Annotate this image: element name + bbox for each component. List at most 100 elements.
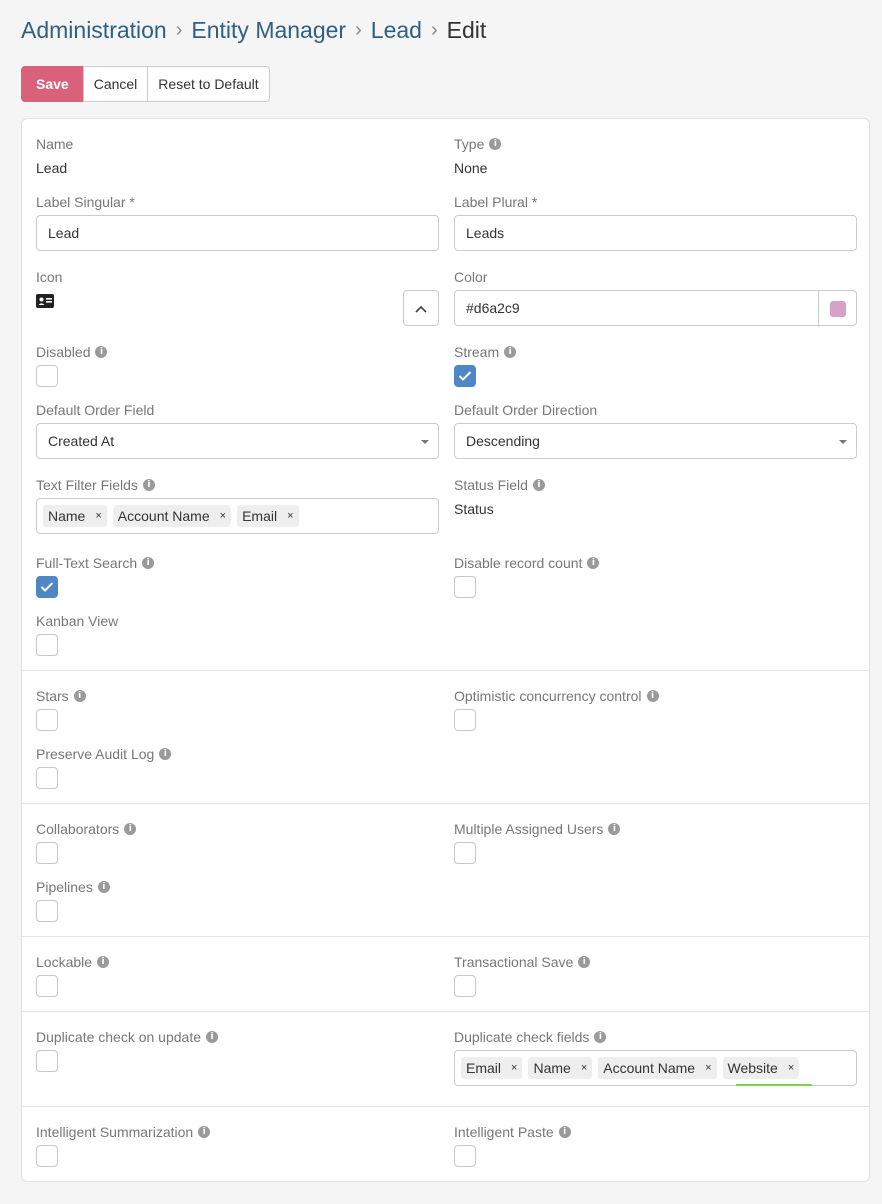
type-value: None	[454, 160, 488, 176]
info-icon[interactable]: i	[489, 138, 502, 150]
icon-toggle-button[interactable]	[403, 290, 439, 326]
default-order-field-select[interactable]: Created At	[36, 423, 439, 459]
breadcrumb-separator: ›	[175, 19, 183, 41]
intelligent-summarization-label: Intelligent Summarization i	[36, 1124, 211, 1140]
action-buttons: Save Cancel Reset to Default	[21, 66, 270, 102]
transactional-save-label: Transactional Save i	[454, 954, 591, 970]
full-text-search-checkbox[interactable]	[36, 576, 58, 598]
default-order-direction-label: Default Order Direction	[454, 402, 598, 418]
info-icon[interactable]: i	[558, 1126, 571, 1138]
preserve-audit-log-checkbox[interactable]	[36, 767, 58, 789]
caret-down-icon	[421, 440, 429, 444]
info-icon[interactable]: i	[95, 346, 108, 358]
breadcrumb-separator: ›	[430, 19, 438, 41]
tag: Account Name ×	[112, 505, 232, 527]
disabled-checkbox[interactable]	[36, 365, 58, 387]
full-text-search-label: Full-Text Search i	[36, 555, 155, 571]
default-order-direction-select[interactable]: Descending	[454, 423, 857, 459]
status-field-value: Status	[454, 501, 494, 517]
section-divider	[22, 1011, 869, 1012]
duplicate-check-on-update-checkbox[interactable]	[36, 1050, 58, 1072]
check-icon	[458, 371, 472, 381]
tag: Name ×	[528, 1057, 593, 1079]
id-card-icon	[36, 294, 54, 311]
section-divider	[22, 670, 869, 671]
info-icon[interactable]: i	[124, 823, 137, 835]
info-icon[interactable]: i	[159, 748, 172, 760]
lockable-checkbox[interactable]	[36, 975, 58, 997]
breadcrumb: Administration › Entity Manager › Lead ›…	[21, 17, 486, 44]
breadcrumb-current: Edit	[446, 17, 487, 43]
info-icon[interactable]: i	[97, 956, 110, 968]
stream-checkbox[interactable]	[454, 365, 476, 387]
tag: Website ×	[722, 1057, 800, 1079]
info-icon[interactable]: i	[142, 479, 155, 491]
type-label: Type i	[454, 136, 502, 152]
pipelines-checkbox[interactable]	[36, 900, 58, 922]
label-singular-input[interactable]: Lead	[36, 215, 439, 251]
tag-remove-icon[interactable]: ×	[287, 510, 293, 522]
info-icon[interactable]: i	[97, 881, 110, 893]
preserve-audit-log-label: Preserve Audit Log i	[36, 746, 172, 762]
tag-remove-icon[interactable]: ×	[220, 510, 226, 522]
default-order-direction-value: Descending	[466, 433, 540, 449]
tag-remove-icon[interactable]: ×	[581, 1062, 587, 1074]
info-icon[interactable]: i	[198, 1126, 211, 1138]
tag-remove-icon[interactable]: ×	[511, 1062, 517, 1074]
tag: Email ×	[237, 505, 299, 527]
tag-remove-icon[interactable]: ×	[95, 510, 101, 522]
save-button[interactable]: Save	[21, 66, 84, 102]
info-icon[interactable]: i	[206, 1031, 218, 1043]
info-icon[interactable]: i	[646, 690, 659, 702]
color-input[interactable]: #d6a2c9	[454, 290, 857, 327]
reset-to-default-button[interactable]: Reset to Default	[147, 66, 270, 102]
multiple-assigned-users-label: Multiple Assigned Users i	[454, 821, 621, 837]
tag-remove-icon[interactable]: ×	[705, 1062, 711, 1074]
section-divider	[22, 803, 869, 804]
disabled-label: Disabled i	[36, 344, 108, 360]
lockable-label: Lockable i	[36, 954, 110, 970]
multiple-assigned-users-checkbox[interactable]	[454, 842, 476, 864]
breadcrumb-administration[interactable]: Administration	[21, 17, 167, 44]
entity-edit-panel: Name Lead Type i None Label Singular * Le…	[21, 118, 870, 1182]
transactional-save-checkbox[interactable]	[454, 975, 476, 997]
info-icon[interactable]: i	[73, 690, 86, 702]
breadcrumb-entity-manager[interactable]: Entity Manager	[191, 17, 346, 44]
kanban-view-checkbox[interactable]	[36, 634, 58, 656]
drag-indicator	[736, 1084, 812, 1086]
cancel-button[interactable]: Cancel	[82, 66, 149, 102]
disable-record-count-checkbox[interactable]	[454, 576, 476, 598]
pipelines-label: Pipelines i	[36, 879, 110, 895]
color-swatch	[829, 301, 846, 317]
info-icon[interactable]: i	[587, 557, 600, 569]
intelligent-paste-checkbox[interactable]	[454, 1145, 476, 1167]
breadcrumb-separator: ›	[355, 19, 362, 41]
stars-checkbox[interactable]	[36, 709, 58, 731]
info-icon[interactable]: i	[594, 1031, 607, 1043]
collaborators-label: Collaborators i	[36, 821, 137, 837]
info-icon[interactable]: i	[608, 823, 621, 835]
tag: Email ×	[461, 1057, 523, 1079]
collaborators-checkbox[interactable]	[36, 842, 58, 864]
info-icon[interactable]: i	[578, 956, 591, 968]
tag: Name ×	[43, 505, 107, 527]
disable-record-count-label: Disable record count i	[454, 555, 600, 571]
info-icon[interactable]: i	[504, 346, 517, 358]
name-value: Lead	[36, 160, 68, 176]
stream-label: Stream i	[454, 344, 517, 360]
info-icon[interactable]: i	[142, 557, 155, 569]
info-icon[interactable]: i	[532, 479, 545, 491]
label-plural-input[interactable]: Leads	[454, 215, 857, 251]
intelligent-summarization-checkbox[interactable]	[36, 1145, 58, 1167]
breadcrumb-lead[interactable]: Lead	[371, 17, 422, 44]
tag-remove-icon[interactable]: ×	[788, 1062, 794, 1074]
chevron-up-icon	[415, 300, 427, 316]
stars-label: Stars i	[36, 688, 86, 704]
duplicate-check-fields-input[interactable]: Email × Name × Account Name × Website ×	[454, 1050, 857, 1086]
text-filter-fields-input[interactable]: Name × Account Name × Email ×	[36, 498, 439, 534]
section-divider	[22, 936, 869, 937]
name-label: Name	[36, 136, 74, 152]
tag: Account Name ×	[598, 1057, 717, 1079]
color-picker-button[interactable]	[818, 291, 856, 327]
optimistic-concurrency-checkbox[interactable]	[454, 709, 476, 731]
